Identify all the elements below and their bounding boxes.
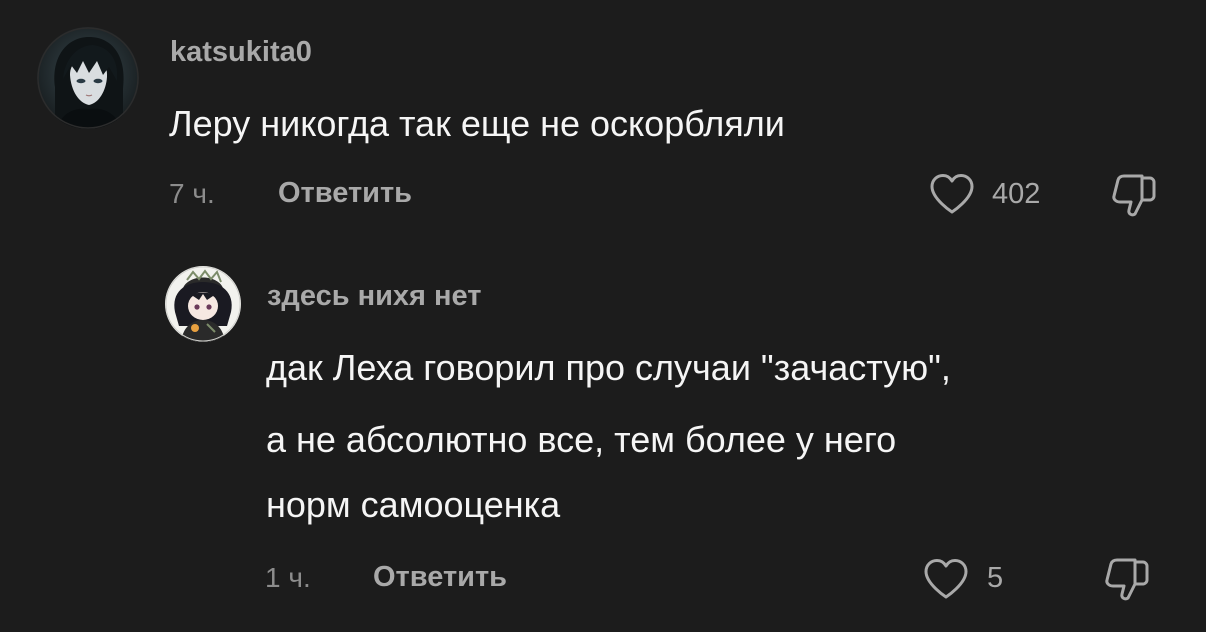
comment-username[interactable]: katsukita0 [170,36,312,69]
heart-outline-icon [930,174,974,214]
like-count: 5 [987,562,1004,594]
thumbs-down-outline-icon [1112,174,1156,217]
like-button[interactable] [928,172,976,216]
user-avatar-dark-hair-icon [37,27,139,129]
like-count: 402 [992,178,1041,210]
comment-text-line-1: дак Леха говорил про случаи "зачастую", [266,347,951,388]
like-button[interactable] [922,557,970,601]
comment-username[interactable]: здесь нихя нет [267,280,482,313]
comment-text-line-2: а не абсолютно все, тем более у него [266,419,897,460]
user-avatar[interactable] [37,27,139,129]
reply-button[interactable]: Ответить [373,561,507,594]
heart-outline-icon [924,559,968,599]
comment-timestamp: 1 ч. [265,562,311,593]
user-avatar-chibi-icon [165,266,241,342]
reply-button[interactable]: Ответить [278,177,412,210]
dislike-button[interactable] [1108,172,1160,220]
comment-timestamp: 7 ч. [169,178,215,209]
comment-text-line-3: норм самооценка [266,484,561,525]
dislike-button[interactable] [1101,556,1153,604]
user-avatar[interactable] [165,266,241,342]
thumbs-down-outline-icon [1105,558,1149,601]
comment-text: Леру никогда так еще не оскорбляли [169,103,785,144]
